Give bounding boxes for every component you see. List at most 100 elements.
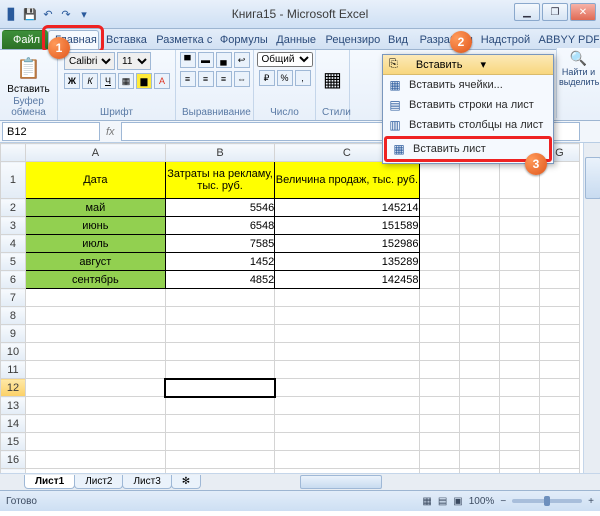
tab-view[interactable]: Вид [381,30,413,49]
cell-F4[interactable] [499,235,539,253]
cell-E9[interactable] [459,325,499,343]
zoom-knob[interactable] [544,496,550,506]
cell-E10[interactable] [459,343,499,361]
styles-icon[interactable]: ▦ [322,64,343,96]
cell-G16[interactable] [539,451,579,469]
menu-insert-columns[interactable]: ▥ Вставить столбцы на лист [383,115,553,135]
row-header-11[interactable]: 11 [1,361,26,379]
cell-D1[interactable] [419,162,459,199]
cell-G10[interactable] [539,343,579,361]
fill-color-button[interactable]: ▆ [136,73,152,89]
cell-C14[interactable] [275,415,419,433]
cell-G15[interactable] [539,433,579,451]
cell-D2[interactable] [419,199,459,217]
view-layout-icon[interactable]: ▤ [438,496,447,507]
cell-F5[interactable] [499,253,539,271]
align-bot-button[interactable]: ▄ [216,52,232,68]
cell-C13[interactable] [275,397,419,415]
cell-E3[interactable] [459,217,499,235]
row-header-5[interactable]: 5 [1,253,26,271]
cell-C12[interactable] [275,379,419,397]
cell-A1[interactable]: Дата [25,162,165,199]
cell-D12[interactable] [419,379,459,397]
comma-button[interactable]: , [295,70,311,86]
cell-F13[interactable] [499,397,539,415]
cell-A3[interactable]: июнь [25,217,165,235]
row-header-2[interactable]: 2 [1,199,26,217]
cell-F10[interactable] [499,343,539,361]
cell-B10[interactable] [165,343,275,361]
view-break-icon[interactable]: ▣ [453,496,462,507]
cell-B2[interactable]: 5546 [165,199,275,217]
cell-E16[interactable] [459,451,499,469]
font-size-select[interactable]: 11 [117,52,151,70]
cell-A6[interactable]: сентябрь [25,271,165,289]
hscroll-thumb[interactable] [300,475,382,489]
cell-D8[interactable] [419,307,459,325]
cell-D6[interactable] [419,271,459,289]
maximize-button[interactable]: ❐ [542,3,568,21]
underline-button[interactable]: Ч [100,73,116,89]
font-color-button[interactable]: A [154,73,170,89]
percent-button[interactable]: % [277,70,293,86]
close-button[interactable]: ✕ [570,3,596,21]
row-header-13[interactable]: 13 [1,397,26,415]
cell-G11[interactable] [539,361,579,379]
undo-icon[interactable]: ↶ [40,6,56,22]
cell-B13[interactable] [165,397,275,415]
row-header-15[interactable]: 15 [1,433,26,451]
cell-A7[interactable] [25,289,165,307]
cell-B8[interactable] [165,307,275,325]
cell-D16[interactable] [419,451,459,469]
cell-G14[interactable] [539,415,579,433]
cell-B3[interactable]: 6548 [165,217,275,235]
menu-insert-cells[interactable]: ▦ Вставить ячейки... [383,75,553,95]
cell-A8[interactable] [25,307,165,325]
row-header-12[interactable]: 12 [1,379,26,397]
cell-C11[interactable] [275,361,419,379]
merge-button[interactable]: ⇔ [234,71,250,87]
cell-E12[interactable] [459,379,499,397]
border-button[interactable]: ▦ [118,73,134,89]
vscroll-thumb[interactable] [585,157,600,199]
view-normal-icon[interactable]: ▦ [422,496,431,507]
tab-layout[interactable]: Разметка с [149,30,213,49]
sheet-tab-2[interactable]: Лист2 [74,475,123,489]
cell-E7[interactable] [459,289,499,307]
cell-C7[interactable] [275,289,419,307]
cell-C8[interactable] [275,307,419,325]
cell-G9[interactable] [539,325,579,343]
cell-G4[interactable] [539,235,579,253]
redo-icon[interactable]: ↷ [58,6,74,22]
sheet-tab-3[interactable]: Лист3 [122,475,171,489]
zoom-in-button[interactable]: + [588,496,594,507]
tab-abbyy[interactable]: ABBYY PDF [531,30,600,49]
select-all-corner[interactable] [1,144,26,162]
cell-E8[interactable] [459,307,499,325]
cell-G8[interactable] [539,307,579,325]
cell-B15[interactable] [165,433,275,451]
cell-B16[interactable] [165,451,275,469]
cell-G12[interactable] [539,379,579,397]
cell-C5[interactable]: 135289 [275,253,419,271]
find-icon[interactable]: 🔍 [559,50,598,67]
cell-C1[interactable]: Величина продаж, тыс. руб. [275,162,419,199]
cell-B9[interactable] [165,325,275,343]
cell-F14[interactable] [499,415,539,433]
cell-E14[interactable] [459,415,499,433]
align-mid-button[interactable]: ▬ [198,52,214,68]
italic-button[interactable]: К [82,73,98,89]
cell-A15[interactable] [25,433,165,451]
cell-G6[interactable] [539,271,579,289]
zoom-out-button[interactable]: − [500,496,506,507]
tab-data[interactable]: Данные [269,30,318,49]
cell-A9[interactable] [25,325,165,343]
row-header-3[interactable]: 3 [1,217,26,235]
cell-A14[interactable] [25,415,165,433]
cell-D15[interactable] [419,433,459,451]
cell-D11[interactable] [419,361,459,379]
cell-C16[interactable] [275,451,419,469]
qat-more-icon[interactable]: ▾ [76,6,92,22]
number-format-select[interactable]: Общий [257,52,313,67]
row-header-14[interactable]: 14 [1,415,26,433]
